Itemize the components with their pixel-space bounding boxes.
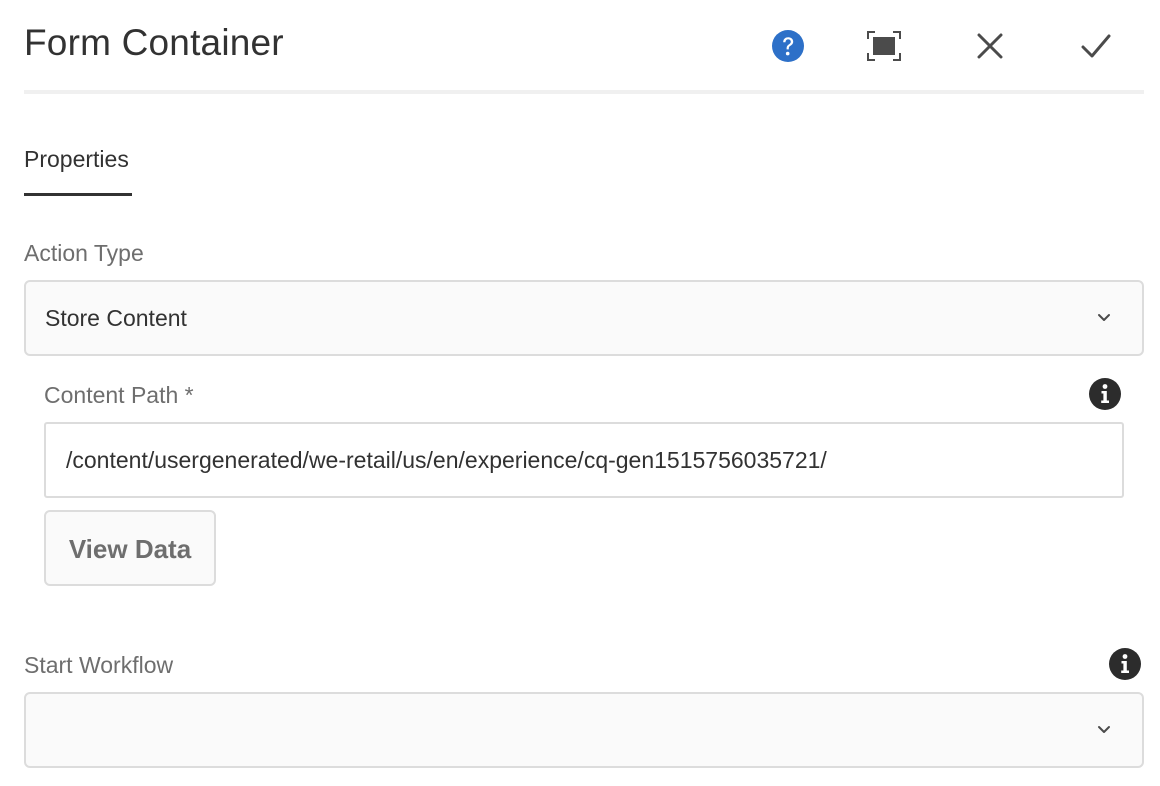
action-type-select[interactable]: Store Content <box>24 280 1144 356</box>
fullscreen-icon <box>867 31 901 61</box>
checkmark-icon <box>1081 34 1111 58</box>
view-data-button[interactable]: View Data <box>44 510 216 586</box>
tab-label: Properties <box>24 146 129 172</box>
action-type-label: Action Type <box>24 240 144 266</box>
close-icon <box>977 33 1003 59</box>
start-workflow-select[interactable] <box>24 692 1144 768</box>
chevron-down-icon <box>1098 726 1110 733</box>
info-icon[interactable] <box>1088 377 1122 411</box>
form-container-dialog: Form Container Properties Action Type St… <box>0 0 1160 786</box>
dialog-header: Form Container <box>24 0 1144 94</box>
action-type-value: Store Content <box>45 305 187 331</box>
help-button[interactable] <box>766 24 810 68</box>
content-path-label: Content Path * <box>44 382 194 408</box>
close-button[interactable] <box>968 24 1012 68</box>
tab-properties[interactable]: Properties <box>24 142 132 196</box>
help-icon <box>772 30 804 62</box>
info-icon[interactable] <box>1108 647 1142 681</box>
dialog-title: Form Container <box>24 22 284 63</box>
start-workflow-label: Start Workflow <box>24 652 174 678</box>
chevron-down-icon <box>1098 314 1110 321</box>
content-path-input[interactable] <box>44 422 1124 498</box>
fullscreen-button[interactable] <box>862 24 906 68</box>
view-data-label: View Data <box>68 534 192 564</box>
done-button[interactable] <box>1074 24 1118 68</box>
